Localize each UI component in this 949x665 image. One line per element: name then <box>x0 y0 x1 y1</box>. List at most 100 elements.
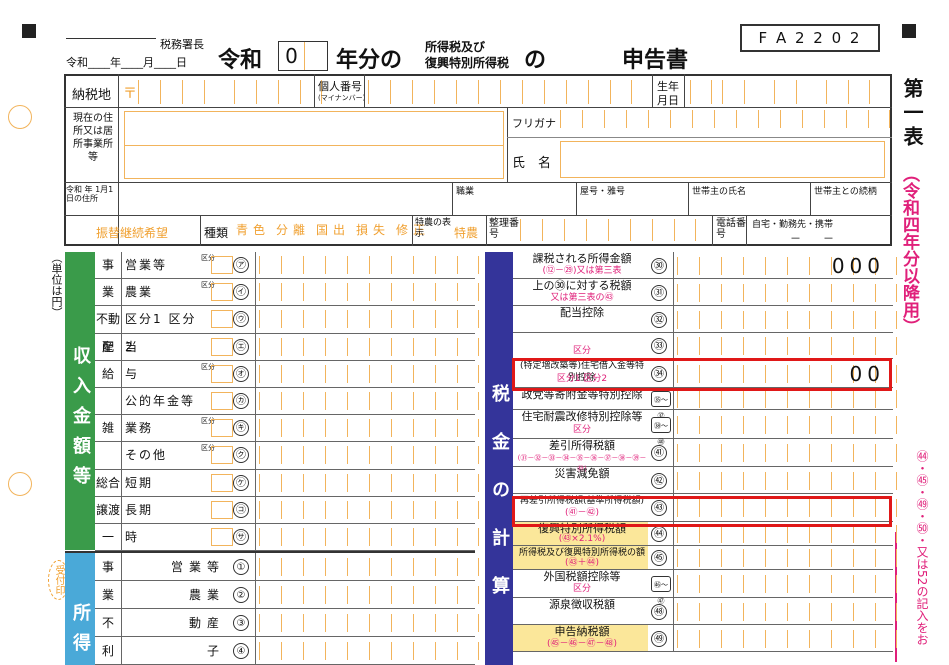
birthdate-ymd-input[interactable] <box>722 80 870 104</box>
tax-row-sub: (⑫－㉙)又は第三表 <box>542 265 622 276</box>
shotoku-row: 業 農業 ② <box>95 581 479 609</box>
amount-input[interactable] <box>259 586 479 604</box>
tax-row: 課税される所得金額 (⑫－㉙)又は第三表 ㉚ 000 <box>513 252 897 279</box>
kind-option[interactable]: 離 <box>293 221 310 238</box>
tax-office-line <box>66 38 156 39</box>
row-mark: ㋘ <box>233 474 249 491</box>
row-category <box>95 442 122 469</box>
corner-marker <box>902 24 916 38</box>
punch-hole <box>8 472 32 496</box>
tax-row-sub: 区分 <box>572 584 591 594</box>
tax-row-mark: ㊺ <box>651 550 667 566</box>
row-ku-input[interactable] <box>211 364 233 383</box>
tax-row-mark: ㉚ <box>651 257 667 274</box>
tax-row: 外国税額控除等 区分 ㊻～㊼ <box>513 570 897 605</box>
title-no: の <box>524 48 547 73</box>
kind-option[interactable]: 分 <box>276 221 293 238</box>
tax-amount-input[interactable] <box>677 575 897 593</box>
unit-label: （単位は円） <box>50 252 63 318</box>
kind-option[interactable]: 青 <box>236 221 253 238</box>
tax-row-label: 差引所得税額 <box>549 439 615 452</box>
tax-row-mark: ㊷ <box>651 472 667 489</box>
row-ku-input[interactable] <box>211 528 233 546</box>
amount-input[interactable] <box>259 446 479 465</box>
tax-amount-input[interactable] <box>677 444 897 462</box>
mynumber-sub: (マイナンバー) <box>318 94 366 102</box>
amount-input[interactable] <box>259 256 479 274</box>
kind-options[interactable]: 青 色 分 離 国 出 損 失 修 正 <box>236 221 430 238</box>
tax-row-mark: ㊻～㊼ <box>651 576 671 605</box>
amount-input[interactable] <box>259 614 479 632</box>
tax-amount-input[interactable] <box>677 549 897 567</box>
tax-row-mark: ㊽ <box>651 603 667 620</box>
row-mark: ① <box>233 559 249 575</box>
birth-label-2: 月日 <box>657 94 679 107</box>
income-row: その他 区分 ㋗ <box>95 442 479 470</box>
birthdate-input[interactable] <box>690 80 712 104</box>
tax-row-mark: ㉛ <box>651 284 667 301</box>
amount-input[interactable] <box>259 283 479 302</box>
tax-row-label: 外国税額控除等 <box>543 570 621 583</box>
year-input[interactable]: 0 <box>278 41 328 71</box>
row-ku-input[interactable] <box>211 473 233 492</box>
amount-input[interactable] <box>259 558 479 576</box>
tax-row-label: 課税される所得金額 <box>532 252 632 265</box>
amount-input[interactable] <box>259 528 479 546</box>
postal-code-input[interactable] <box>138 80 322 104</box>
tax-row: 上の㉚に対する税額 又は第三表の㊸ ㉛ <box>513 279 897 306</box>
row-ku-input[interactable] <box>211 419 233 438</box>
phone-dash[interactable]: － － <box>790 230 834 246</box>
tax-amount-input[interactable] <box>677 337 897 355</box>
ref-number-input[interactable] <box>520 219 696 241</box>
tax-row: 申告納税額 (㊺－㊻－㊼－㊽) ㊾ <box>513 625 897 652</box>
kind-option[interactable]: 出 <box>333 221 350 238</box>
row-ku-input[interactable] <box>211 337 233 356</box>
tax-amount-input[interactable] <box>677 415 897 434</box>
row-mark: ④ <box>233 643 249 659</box>
tax-row: 区分 ㉝ <box>513 333 897 359</box>
tax-row-sub: 区分 <box>572 346 591 356</box>
name-input[interactable] <box>560 141 885 178</box>
special-value[interactable]: 特農 <box>454 224 478 241</box>
tax-amount-input[interactable] <box>677 310 897 329</box>
row-ku-input[interactable] <box>211 392 233 410</box>
row-ku-input[interactable] <box>211 310 233 329</box>
tax-amount-input[interactable] <box>677 390 897 408</box>
amount-input[interactable] <box>259 642 479 660</box>
row-label: 与 <box>125 366 140 381</box>
mynumber-input[interactable] <box>368 80 632 104</box>
kind-option[interactable]: 修 <box>396 221 413 238</box>
amount-input[interactable] <box>259 473 479 492</box>
tax-row-label: 住宅耐震改修特別控除等 <box>521 410 643 423</box>
tax-amount-input[interactable] <box>677 283 897 302</box>
row-mark: ㋕ <box>233 393 249 409</box>
row-ku-input[interactable] <box>211 256 233 274</box>
tax-row-mark: ㉟～㊲ <box>651 391 671 420</box>
row-ku-input[interactable] <box>211 500 233 519</box>
occupation-label: 職業 <box>456 187 475 197</box>
furigana-input[interactable] <box>560 110 890 134</box>
furigana-label: フリガナ <box>512 117 556 130</box>
kind-option[interactable]: 損 <box>356 221 373 238</box>
amount-input[interactable] <box>259 310 479 329</box>
tax-amount-value: 000 <box>831 253 885 278</box>
tax-amount-input[interactable] <box>677 471 897 490</box>
tax-amount-input[interactable] <box>677 629 897 648</box>
kind-option[interactable]: 失 <box>373 221 390 238</box>
tax-calc-band: 税金の計算 <box>485 252 513 665</box>
tax-amount-input[interactable] <box>677 525 897 543</box>
tax-amount-input[interactable] <box>677 602 897 621</box>
row-ku-input[interactable] <box>211 446 233 465</box>
amount-input[interactable] <box>259 337 479 356</box>
row-ku-input[interactable] <box>211 283 233 302</box>
amount-input[interactable] <box>259 500 479 519</box>
row-mark: ㋒ <box>233 311 249 328</box>
tax-row: 政党等寄附金等特別控除 ㉟～㊲ <box>513 388 897 420</box>
amount-input[interactable] <box>259 364 479 383</box>
special-label: 特農の表示 <box>415 218 452 239</box>
amount-input[interactable] <box>259 419 479 438</box>
kind-option[interactable]: 国 <box>316 221 333 238</box>
kind-option[interactable]: 色 <box>253 221 270 238</box>
tax-row-sub: 又は第三表の㊸ <box>550 292 614 303</box>
amount-input[interactable] <box>259 392 479 410</box>
